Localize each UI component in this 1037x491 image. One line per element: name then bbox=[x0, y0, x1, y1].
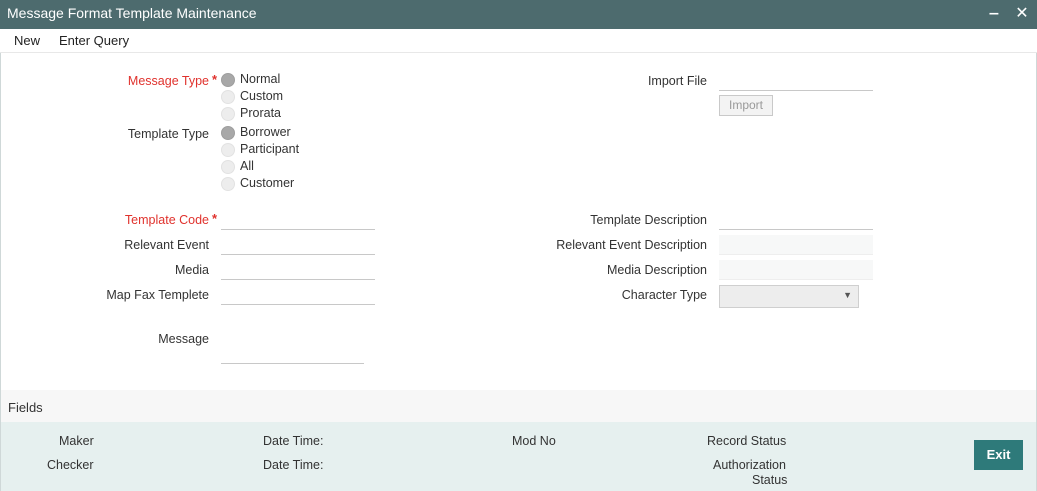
template-description-input[interactable] bbox=[719, 210, 873, 230]
minimize-icon[interactable]: ‒ bbox=[985, 4, 1003, 24]
radio-label: Borrower bbox=[240, 125, 291, 139]
radio-label: Prorata bbox=[240, 106, 281, 120]
import-button[interactable]: Import bbox=[719, 95, 773, 116]
template-code-required-mark: * bbox=[212, 211, 218, 226]
radio-dot bbox=[221, 160, 235, 174]
radio-dot-selected bbox=[221, 126, 235, 140]
template-code-label: Template Code bbox=[124, 213, 209, 227]
template-code-input[interactable] bbox=[221, 210, 375, 230]
template-description-label: Template Description bbox=[590, 213, 707, 227]
map-fax-template-input[interactable] bbox=[221, 285, 375, 305]
window-titlebar: Message Format Template Maintenance ‒ ✕ bbox=[0, 0, 1037, 29]
radio-label: Customer bbox=[240, 176, 295, 190]
media-input[interactable] bbox=[221, 260, 375, 280]
radio-dot bbox=[221, 177, 235, 191]
menu-new[interactable]: New bbox=[14, 33, 40, 48]
menu-bar: New Enter Query bbox=[0, 29, 1037, 53]
relevant-event-input[interactable] bbox=[221, 235, 375, 255]
checker-label: Checker bbox=[47, 458, 94, 472]
fields-section[interactable]: Fields bbox=[1, 390, 1036, 422]
audit-footer: Maker Checker Date Time: Date Time: Mod … bbox=[1, 422, 1036, 491]
maker-date-time-label: Date Time: bbox=[263, 434, 324, 448]
window-title: Message Format Template Maintenance bbox=[7, 5, 257, 21]
relevant-event-label: Relevant Event bbox=[124, 238, 209, 252]
radio-dot bbox=[221, 143, 235, 157]
fields-label: Fields bbox=[8, 400, 43, 415]
radio-dot bbox=[221, 107, 235, 121]
radio-label: Custom bbox=[240, 89, 284, 103]
radio-label: Participant bbox=[240, 142, 300, 156]
radio-dot bbox=[221, 90, 235, 104]
relevant-event-description-field bbox=[719, 235, 873, 255]
exit-button[interactable]: Exit bbox=[974, 440, 1023, 470]
template-type-label: Template Type bbox=[127, 127, 209, 141]
authorization-status-label: Status bbox=[752, 473, 788, 487]
radio-label: Normal bbox=[240, 72, 281, 86]
radio-label: All bbox=[240, 159, 254, 173]
media-description-field bbox=[719, 260, 873, 280]
media-description-label: Media Description bbox=[606, 263, 707, 277]
character-type-label: Character Type bbox=[621, 288, 707, 302]
radio-dot-selected bbox=[221, 73, 235, 87]
message-type-required-mark: * bbox=[212, 72, 218, 87]
map-fax-template-label: Map Fax Templete bbox=[106, 288, 209, 302]
authorization-label: Authorization bbox=[713, 458, 786, 472]
media-label: Media bbox=[174, 263, 209, 277]
mod-no-label: Mod No bbox=[512, 434, 556, 448]
relevant-event-description-label: Relevant Event Description bbox=[556, 238, 707, 252]
checker-date-time-label: Date Time: bbox=[263, 458, 324, 472]
message-input[interactable] bbox=[221, 344, 364, 364]
record-status-label: Record Status bbox=[707, 434, 787, 448]
message-label: Message bbox=[158, 332, 209, 346]
chevron-down-icon: ▼ bbox=[843, 290, 852, 300]
close-icon[interactable]: ✕ bbox=[1013, 4, 1031, 24]
import-file-label: Import File bbox=[647, 74, 707, 88]
menu-enter-query[interactable]: Enter Query bbox=[59, 33, 129, 48]
character-type-select[interactable]: ▼ bbox=[719, 285, 859, 308]
maker-label: Maker bbox=[59, 434, 94, 448]
import-file-input[interactable] bbox=[719, 71, 873, 91]
message-type-label: Message Type bbox=[127, 74, 209, 88]
